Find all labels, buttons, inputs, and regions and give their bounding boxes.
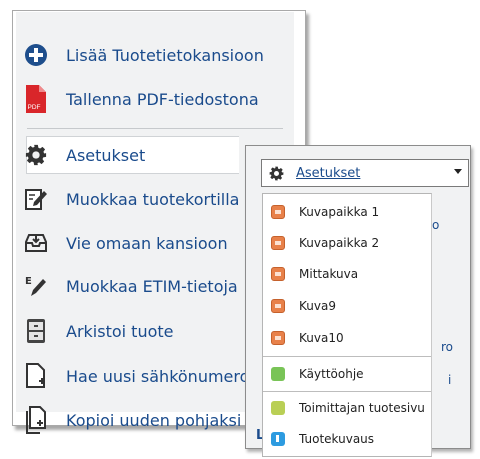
option-label: Käyttöohje	[299, 367, 364, 381]
option-label: Toimittajan tuotesivu	[299, 401, 425, 415]
settings-button[interactable]: Asetukset	[24, 137, 145, 173]
chevron-down-icon	[454, 169, 462, 174]
option-label: Kuvapaikka 1	[299, 205, 380, 219]
fetch-new-electrical-number-label: Hae uusi sähkönumero	[66, 366, 250, 386]
image-icon	[271, 331, 285, 345]
add-to-product-folder-label: Lisää Tuotetietokansioon	[66, 45, 264, 65]
export-to-own-folder-button[interactable]: Vie omaan kansioon	[24, 225, 228, 261]
settings-select[interactable]: Asetukset	[261, 159, 469, 187]
settings-label: Asetukset	[66, 145, 146, 165]
info-icon	[271, 432, 285, 446]
tray-download-icon	[24, 231, 48, 255]
option-kuvapaikka-2[interactable]: Kuvapaikka 2	[271, 230, 379, 256]
option-kuva9[interactable]: Kuva9	[271, 293, 336, 319]
save-as-pdf-label: Tallenna PDF-tiedostona	[66, 89, 259, 109]
export-to-own-folder-label: Vie omaan kansioon	[66, 233, 228, 253]
option-tuotekuvaus[interactable]: Tuotekuvaus	[271, 426, 374, 452]
edit-pen-icon: E	[24, 274, 48, 298]
edit-etim-data-label: Muokkaa ETIM-tietoja	[66, 276, 238, 296]
svg-text:PDF: PDF	[28, 104, 41, 111]
gear-icon	[24, 143, 48, 167]
image-icon	[271, 267, 285, 281]
pdf-icon: PDF	[24, 85, 48, 113]
image-icon	[271, 299, 285, 313]
add-to-product-folder-button[interactable]: Lisää Tuotetietokansioon	[24, 37, 264, 73]
svg-text:E: E	[25, 276, 32, 287]
option-label: Kuva10	[299, 331, 344, 345]
menu-divider	[263, 356, 431, 357]
option-kuvapaikka-1[interactable]: Kuvapaikka 1	[271, 199, 379, 225]
option-label: Tuotekuvaus	[299, 432, 375, 446]
option-kayttoohje[interactable]: Käyttöohje	[271, 361, 364, 387]
archive-product-label: Arkistoi tuote	[66, 321, 174, 341]
archive-cabinet-icon	[24, 319, 48, 343]
new-document-icon	[24, 363, 48, 388]
background-text-fragment: i	[448, 373, 452, 387]
fetch-new-electrical-number-button[interactable]: Hae uusi sähkönumero	[24, 358, 249, 394]
save-as-pdf-button[interactable]: PDF Tallenna PDF-tiedostona	[24, 81, 259, 117]
edit-product-card-button[interactable]: Muokkaa tuotekortilla	[24, 181, 239, 217]
link-icon	[271, 401, 285, 415]
background-text-fragment: ro	[441, 340, 454, 354]
edit-document-icon	[24, 187, 48, 211]
image-icon	[271, 205, 285, 219]
plus-circle-icon	[24, 43, 48, 67]
option-label: Kuvapaikka 2	[299, 236, 380, 250]
option-toimittajan-tuotesivu[interactable]: Toimittajan tuotesivu	[271, 395, 425, 421]
archive-product-button[interactable]: Arkistoi tuote	[24, 313, 173, 349]
divider	[27, 128, 283, 129]
edit-product-card-label: Muokkaa tuotekortilla	[66, 189, 240, 209]
settings-options-list: Kuvapaikka 1 Kuvapaikka 2 Mittakuva Kuva…	[262, 193, 432, 457]
copy-as-template-label: Kopioi uuden pohjaksi	[66, 410, 242, 430]
option-label: Kuva9	[299, 299, 336, 313]
edit-etim-data-button[interactable]: E Muokkaa ETIM-tietoja	[24, 268, 238, 304]
copy-as-template-button[interactable]: Kopioi uuden pohjaksi	[24, 402, 241, 438]
option-kuva10[interactable]: Kuva10	[271, 325, 344, 351]
option-label: Mittakuva	[299, 267, 359, 281]
copy-document-icon	[24, 406, 48, 434]
image-icon	[271, 236, 285, 250]
settings-select-value: Asetukset	[296, 165, 361, 181]
pencil-icon	[271, 367, 285, 381]
option-mittakuva[interactable]: Mittakuva	[271, 261, 358, 287]
gear-icon	[269, 166, 284, 181]
background-text-fragment: o	[432, 218, 440, 232]
menu-divider	[263, 391, 431, 392]
